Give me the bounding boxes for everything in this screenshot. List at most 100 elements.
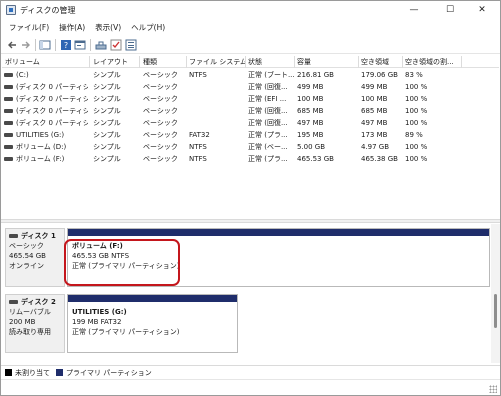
volume-icon [4, 133, 13, 137]
column-capacity[interactable]: 容量 [297, 57, 352, 67]
table-row[interactable]: UTILITIES (G:) シンプル ベーシック FAT32 正常 (プラ..… [2, 129, 499, 141]
cell-capacity: 465.53 GB [297, 155, 334, 163]
column-status[interactable]: 状態 [248, 57, 293, 67]
cell-volume: ボリューム (F:) [16, 155, 65, 163]
check-icon[interactable] [110, 39, 122, 51]
cell-type: ベーシック [143, 71, 178, 79]
table-row[interactable]: ボリューム (F:) シンプル ベーシック NTFS 正常 (プラ... 465… [2, 153, 499, 165]
disk-icon [9, 300, 18, 304]
graphical-view-scrollbar[interactable] [491, 224, 500, 363]
volume-icon [4, 109, 13, 113]
column-volume[interactable]: ボリューム [5, 57, 85, 67]
column-filesystem[interactable]: ファイル システム [189, 57, 245, 67]
cell-volume: (ディスク 0 パーティシ... [16, 119, 88, 127]
cell-volume: UTILITIES (G:) [16, 131, 65, 139]
cell-free-percent: 100 % [405, 107, 428, 115]
cell-layout: シンプル [93, 107, 121, 115]
table-row[interactable]: (C:) シンプル ベーシック NTFS 正常 (ブート... 216.81 G… [2, 69, 499, 81]
legend-primary-swatch [56, 369, 63, 376]
volume-icon [4, 85, 13, 89]
cell-volume: (ディスク 0 パーティシ... [16, 107, 88, 115]
menu-help[interactable]: ヘルプ(H) [127, 20, 171, 34]
volume-icon [4, 121, 13, 125]
help-icon[interactable]: ? [60, 39, 72, 51]
primary-partition-bar [68, 229, 489, 236]
cell-type: ベーシック [143, 143, 178, 151]
cell-volume: (C:) [16, 71, 29, 79]
menu-file[interactable]: ファイル(F) [5, 20, 55, 34]
menu-action[interactable]: 操作(A) [55, 20, 91, 34]
disk-1-name: ディスク 1 [21, 232, 56, 240]
cell-free: 499 MB [361, 83, 388, 91]
list-view-icon[interactable] [125, 39, 137, 51]
table-row[interactable]: (ディスク 0 パーティシ... シンプル ベーシック 正常 (回復... 49… [2, 117, 499, 129]
disk-management-window: ディスクの管理 — ☐ ✕ ファイル(F) 操作(A) 表示(V) ヘルプ(H)… [0, 0, 501, 396]
table-row[interactable]: (ディスク 0 パーティシ... シンプル ベーシック 正常 (EFI ... … [2, 93, 499, 105]
cell-free: 179.06 GB [361, 71, 398, 79]
column-free-space[interactable]: 空き領域 [361, 57, 401, 67]
cell-capacity: 100 MB [297, 95, 324, 103]
volume-icon [4, 73, 13, 77]
cell-type: ベーシック [143, 155, 178, 163]
cell-type: ベーシック [143, 95, 178, 103]
forward-arrow-icon[interactable] [20, 39, 32, 51]
disk-1-label[interactable]: ディスク 1 ベーシック 465.54 GB オンライン [5, 228, 65, 287]
cell-status: 正常 (EFI ... [248, 95, 287, 103]
disk-2-kind: リムーバブル [9, 308, 51, 316]
cell-status: 正常 (プラ... [248, 131, 288, 139]
cell-free: 4.97 GB [361, 143, 390, 151]
properties-icon[interactable] [74, 39, 86, 51]
cell-capacity: 499 MB [297, 83, 324, 91]
cell-layout: シンプル [93, 119, 121, 127]
table-row[interactable]: (ディスク 0 パーティシ... シンプル ベーシック 正常 (回復... 68… [2, 105, 499, 117]
partition-g-status: 正常 (プライマリ パーティション) [72, 328, 180, 336]
maximize-button[interactable]: ☐ [432, 1, 468, 19]
close-button[interactable]: ✕ [464, 1, 500, 19]
scrollbar-thumb[interactable] [494, 294, 497, 328]
disk-2-size: 200 MB [9, 318, 36, 326]
cell-free-percent: 83 % [405, 71, 423, 79]
menu-bar: ファイル(F) 操作(A) 表示(V) ヘルプ(H) [1, 20, 500, 34]
menu-view[interactable]: 表示(V) [91, 20, 127, 34]
cell-layout: シンプル [93, 95, 121, 103]
console-tree-icon[interactable] [39, 39, 51, 51]
table-row[interactable]: ボリューム (D:) シンプル ベーシック NTFS 正常 (ベー... 5.0… [2, 141, 499, 153]
minimize-button[interactable]: — [396, 1, 432, 19]
pane-splitter[interactable] [1, 219, 500, 223]
cell-type: ベーシック [143, 131, 178, 139]
disk-1-kind: ベーシック [9, 242, 44, 250]
cell-layout: シンプル [93, 71, 121, 79]
volume-rows: (C:) シンプル ベーシック NTFS 正常 (ブート... 216.81 G… [2, 69, 499, 165]
status-bar [1, 379, 500, 395]
cell-type: ベーシック [143, 107, 178, 115]
legend-unallocated-label: 未割り当て [15, 369, 50, 377]
column-type[interactable]: 種類 [143, 57, 185, 67]
cell-filesystem: FAT32 [189, 131, 210, 139]
cell-status: 正常 (ベー... [248, 143, 288, 151]
cell-free: 685 MB [361, 107, 388, 115]
partition-g[interactable]: UTILITIES (G:) 199 MB FAT32 正常 (プライマリ パー… [67, 294, 238, 353]
table-row[interactable]: (ディスク 0 パーティシ... シンプル ベーシック 正常 (回復... 49… [2, 81, 499, 93]
partition-g-detail: 199 MB FAT32 [72, 318, 122, 326]
column-layout[interactable]: レイアウト [93, 57, 138, 67]
legend-unallocated-swatch [5, 369, 12, 376]
volume-list: ボリューム レイアウト 種類 ファイル システム 状態 容量 空き領域 空き領域… [2, 56, 499, 218]
back-arrow-icon[interactable] [6, 39, 18, 51]
disk-1-state: オンライン [9, 262, 44, 270]
cell-free: 497 MB [361, 119, 388, 127]
resize-grip[interactable] [489, 385, 497, 393]
title-bar: ディスクの管理 — ☐ ✕ [1, 1, 500, 19]
cell-free: 100 MB [361, 95, 388, 103]
column-free-percent[interactable]: 空き領域の割... [405, 57, 460, 67]
toolbar: ? [1, 35, 500, 54]
cell-status: 正常 (回復... [248, 119, 288, 127]
disk-2-label[interactable]: ディスク 2 リムーバブル 200 MB 読み取り専用 [5, 294, 65, 353]
cell-type: ベーシック [143, 83, 178, 91]
cell-type: ベーシック [143, 119, 178, 127]
cell-free-percent: 100 % [405, 155, 428, 163]
cell-free: 465.38 GB [361, 155, 398, 163]
volume-icon [4, 157, 13, 161]
connect-icon[interactable] [95, 39, 107, 51]
cell-status: 正常 (プラ... [248, 155, 288, 163]
cell-free-percent: 100 % [405, 143, 428, 151]
